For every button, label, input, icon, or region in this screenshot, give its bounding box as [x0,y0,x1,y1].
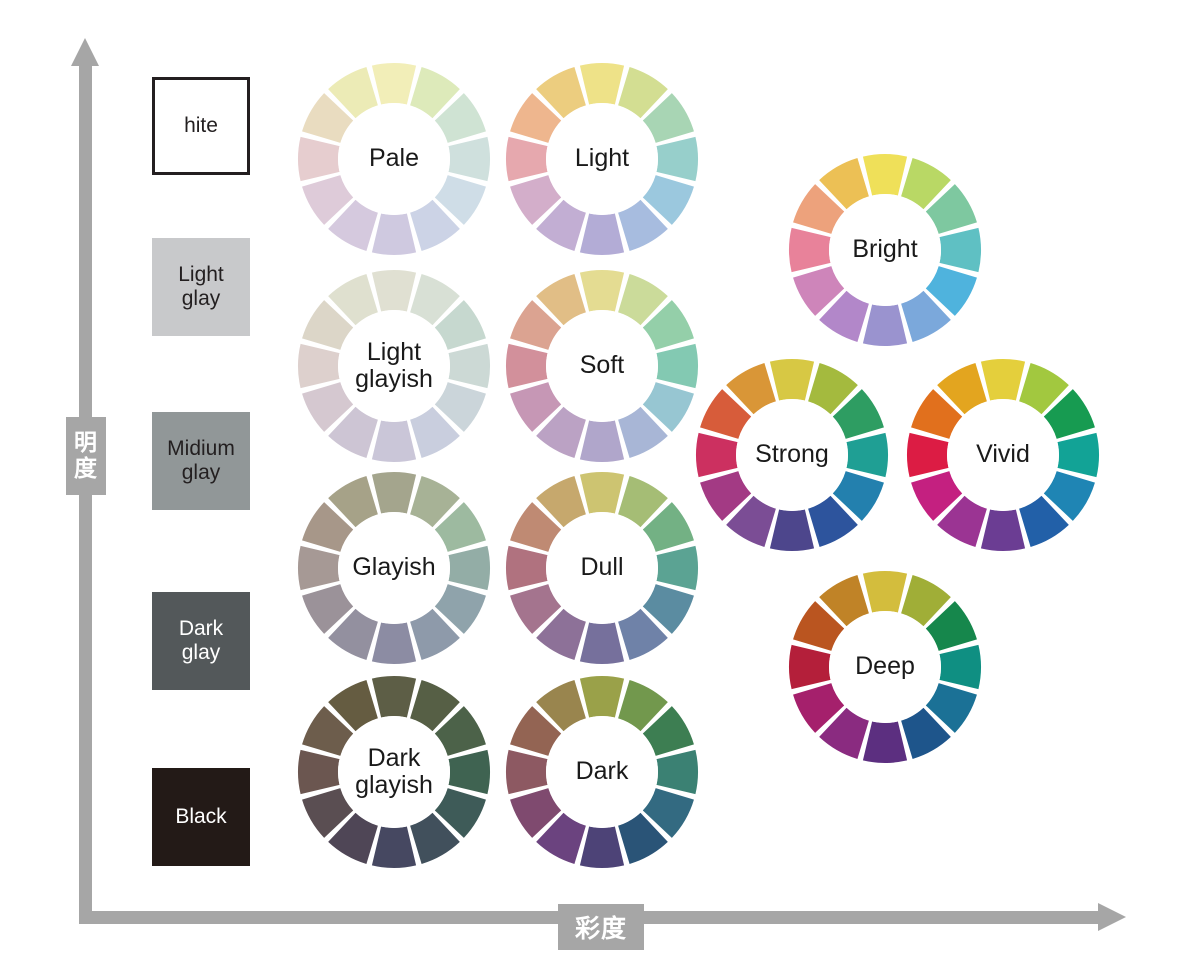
wheel-segment [371,213,417,256]
value-axis-label: 明度 [66,417,106,495]
arrow-up-icon [71,38,99,66]
wheel-segment [298,749,340,795]
wheel-segment [298,545,340,591]
color-wheel-vivid: Vivid [905,357,1101,553]
wheel-segment [862,154,908,196]
color-wheel-dark-grayish: Dark glayish [296,674,492,870]
wheel-segment [789,227,831,273]
wheel-segment [579,472,625,514]
color-wheel-bright: Bright [787,152,983,348]
wheel-segment [769,509,815,551]
chroma-axis-label: 彩度 [558,904,644,950]
wheel-segment [371,472,417,514]
color-wheel-dull: Dull [504,470,700,666]
color-wheel-dark: Dark [504,674,700,870]
tone-swatch-label: Midium glay [167,437,235,484]
wheel-segment [907,432,949,478]
wheel-segment [846,432,888,478]
wheel-segment [862,304,908,346]
color-wheel-light-grayish: Light glayish [296,268,492,464]
wheel-segment [371,622,417,664]
arrow-right-icon [1098,903,1126,931]
wheel-segment [506,343,548,389]
wheel-segment [656,545,698,591]
tone-swatch-dark-gray: Dark glay [152,592,250,690]
wheel-segment [579,826,625,868]
color-wheel-light: Light [504,61,700,257]
color-wheel-deep: Deep [787,569,983,765]
wheel-segment [371,420,417,462]
wheel-segment [371,826,417,868]
wheel-segment [371,676,417,718]
tone-swatch-label: Light glay [178,263,224,310]
tone-swatch-light-gray: Light glay [152,238,250,336]
wheel-segment [579,676,625,718]
wheel-segment [579,622,625,664]
wheel-segment [862,571,908,613]
wheel-segment [579,213,625,256]
wheel-segment [656,749,698,795]
color-wheel-grayish: Glayish [296,470,492,666]
tone-swatch-hite: hite [152,77,250,175]
wheel-segment [579,62,625,105]
color-wheel-soft: Soft [504,268,700,464]
tone-swatch-medium-gray: Midium glay [152,412,250,510]
wheel-segment [298,136,340,182]
wheel-segment [862,721,908,763]
wheel-segment [696,432,738,478]
wheel-segment [656,136,698,182]
wheel-segment [448,749,490,795]
wheel-segment [939,227,981,273]
color-wheel-strong: Strong [694,357,890,553]
tone-chart-canvas: 明度 彩度 hite Light glay Midium glay Dark glay… [0,0,1200,979]
wheel-segment [371,62,417,105]
wheel-segment [506,749,548,795]
wheel-segment [448,343,490,389]
wheel-segment [448,545,490,591]
wheel-segment [298,343,340,389]
wheel-segment [448,136,490,182]
wheel-segment [579,270,625,312]
wheel-segment [980,509,1026,551]
tone-swatch-black: Black [152,768,250,866]
color-wheel-pale: Pale [296,61,492,257]
wheel-segment [939,644,981,690]
wheel-segment [769,359,815,401]
chroma-axis-label-text: 彩度 [574,915,627,943]
wheel-segment [371,270,417,312]
wheel-segment [506,136,548,182]
wheel-segment [980,359,1026,401]
wheel-segment [1057,432,1099,478]
tone-swatch-label: Black [175,805,227,829]
wheel-segment [789,644,831,690]
wheel-segment [656,343,698,389]
wheel-segment [579,420,625,462]
wheel-segment [506,545,548,591]
value-axis-label-text: 明度 [74,429,98,481]
tone-swatch-label: hite [184,114,218,138]
tone-swatch-label: Dark glay [178,617,224,664]
